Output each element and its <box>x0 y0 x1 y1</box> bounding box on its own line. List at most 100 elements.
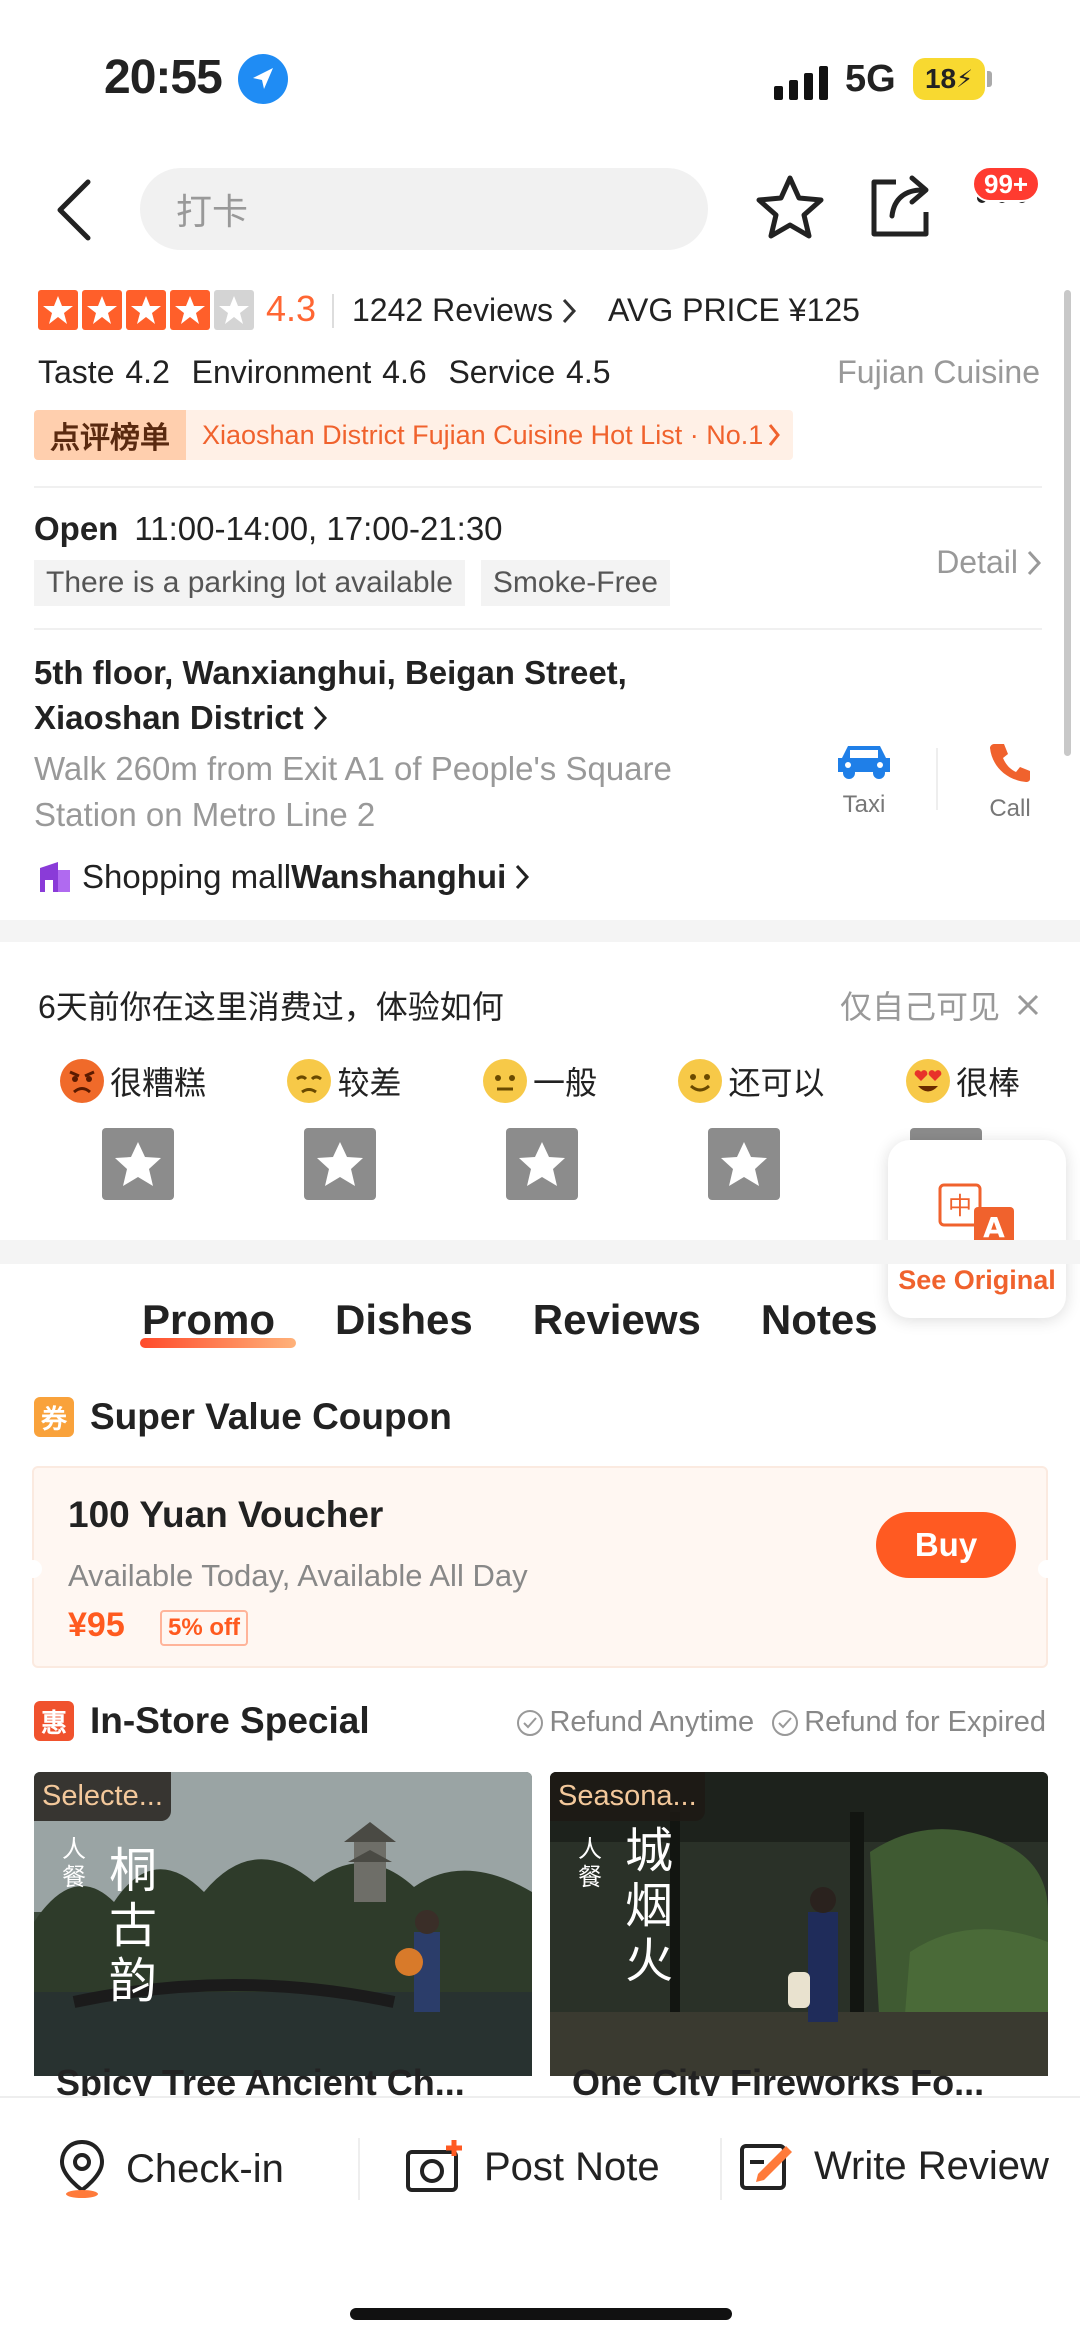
check-circle-icon <box>517 1709 544 1736</box>
tab-promo[interactable]: Promo <box>142 1296 275 1344</box>
reviews-link[interactable]: 1242 Reviews <box>352 292 577 329</box>
hot-list-brand: 点评榜单 <box>34 410 186 460</box>
rate-star-button[interactable] <box>304 1128 376 1200</box>
write-review-label: Write Review <box>814 2143 1049 2188</box>
back-icon[interactable] <box>52 178 96 247</box>
section-divider <box>0 920 1080 942</box>
coupon-card[interactable]: 100 Yuan Voucher Available Today, Availa… <box>24 1466 1056 1668</box>
write-review-button[interactable]: Write Review <box>738 2138 1049 2194</box>
star-empty-icon <box>214 290 254 330</box>
camera-plus-icon <box>406 2140 462 2192</box>
search-placeholder: 打卡 <box>176 191 249 232</box>
mood-poor[interactable]: 较差 <box>287 1058 402 1104</box>
search-input[interactable]: 打卡 <box>140 168 708 250</box>
hours-detail-link[interactable]: Detail <box>936 544 1042 581</box>
mood-star-buttons <box>102 1128 982 1200</box>
close-icon[interactable] <box>1016 993 1040 1017</box>
coupon-discount: 5% off <box>160 1610 248 1646</box>
post-note-button[interactable]: Post Note <box>404 2138 660 2196</box>
rate-star-button[interactable] <box>708 1128 780 1200</box>
hot-list-banner[interactable]: 点评榜单 Xiaoshan District Fujian Cuisine Ho… <box>34 410 794 460</box>
rating-stars <box>38 290 254 330</box>
rate-star-button[interactable] <box>102 1128 174 1200</box>
detail-label: Detail <box>936 544 1018 580</box>
share-icon[interactable] <box>868 172 932 243</box>
coupon-section-header: 券 Super Value Coupon <box>34 1396 452 1438</box>
tab-notes[interactable]: Notes <box>761 1296 878 1344</box>
rating-score: 4.3 <box>266 288 317 329</box>
chevron-right-icon <box>769 424 781 446</box>
call-button[interactable]: Call <box>978 740 1042 823</box>
deal-label: Selecte... <box>34 1772 171 1821</box>
mall-name: Wanshanghui <box>291 858 507 895</box>
scrollbar[interactable] <box>1064 290 1071 756</box>
tab-reviews[interactable]: Reviews <box>533 1296 701 1344</box>
open-label: Open <box>34 510 119 547</box>
special-icon: 惠 <box>34 1701 74 1741</box>
divider <box>936 748 938 810</box>
car-icon <box>838 746 890 779</box>
mood-options: 很糟糕 较差 一般 还可以 很棒 <box>60 1058 1020 1104</box>
deal-card[interactable]: 城烟火 人餐 Seasona... <box>550 1772 1048 2076</box>
taxi-label: Taxi <box>842 791 886 818</box>
opening-hours: Open 11:00-14:00, 17:00-21:30 <box>34 510 503 548</box>
mood-terrible[interactable]: 很糟糕 <box>60 1058 206 1104</box>
home-indicator[interactable] <box>350 2308 732 2320</box>
deal-card[interactable]: 桐古韵 人餐 Selecte... <box>34 1772 532 2076</box>
location-arrow-icon <box>238 54 288 104</box>
tag-parking: There is a parking lot available <box>34 560 465 606</box>
checkin-label: Check-in <box>126 2146 284 2191</box>
angry-face-icon <box>60 1059 104 1103</box>
status-time: 20:55 <box>104 51 223 104</box>
see-original-button[interactable]: 中 A See Original <box>888 1140 1066 1318</box>
battery-level: 18 <box>924 63 957 94</box>
buy-button[interactable]: Buy <box>876 1512 1016 1578</box>
coupon-availability: Available Today, Available All Day <box>68 1558 528 1593</box>
favorite-star-icon[interactable] <box>756 174 824 245</box>
divider <box>34 628 1042 630</box>
mood-label: 较差 <box>337 1065 402 1101</box>
poster-text: 桐古韵 <box>109 1843 157 2009</box>
heart-eyes-face-icon <box>905 1059 950 1103</box>
divider <box>358 2138 360 2200</box>
neutral-face-icon <box>482 1059 527 1103</box>
refund-expired: Refund for Expired <box>804 1706 1046 1738</box>
shopping-mall-link[interactable]: Shopping mall Wanshanghui <box>36 858 530 896</box>
refund-policies: Refund Anytime Refund for Expired <box>517 1706 1046 1739</box>
signal-icon <box>774 60 828 100</box>
svg-text:人餐: 人餐 <box>62 1835 86 1891</box>
tag-smoke-free: Smoke-Free <box>480 560 670 606</box>
divider <box>720 2138 722 2200</box>
visibility-note: 仅自己可见 <box>840 982 1040 1028</box>
mood-label: 很棒 <box>955 1065 1020 1101</box>
call-label: Call <box>989 795 1031 822</box>
section-divider <box>0 1240 1080 1264</box>
tab-dishes[interactable]: Dishes <box>335 1296 473 1344</box>
mood-label: 还可以 <box>728 1065 825 1101</box>
network-type: 5G <box>845 58 896 100</box>
mood-okay[interactable]: 还可以 <box>678 1058 824 1104</box>
star-full-icon <box>38 290 78 330</box>
rate-star-button[interactable] <box>506 1128 578 1200</box>
battery-tip <box>987 71 992 87</box>
mood-average[interactable]: 一般 <box>482 1058 597 1104</box>
address-text: 5th floor, Wanxianghui, Beigan Street, X… <box>34 654 627 736</box>
chevron-right-icon <box>313 705 327 731</box>
address-link[interactable]: 5th floor, Wanxianghui, Beigan Street, X… <box>34 650 734 740</box>
visibility-label: 仅自己可见 <box>839 989 1000 1025</box>
facility-tags: There is a parking lot available Smoke-F… <box>34 560 670 606</box>
hot-list-text: Xiaoshan District Fujian Cuisine Hot Lis… <box>202 419 764 450</box>
taxi-button[interactable]: Taxi <box>832 740 896 819</box>
location-pin-icon <box>59 2139 105 2198</box>
mood-great[interactable]: 很棒 <box>905 1058 1020 1104</box>
refund-anytime: Refund Anytime <box>549 1706 755 1738</box>
phone-icon <box>990 744 1030 782</box>
coupon-notch <box>1038 1560 1056 1578</box>
bottom-action-bar: Check-in Post Note Write Review <box>0 2096 1080 2341</box>
walking-directions: Walk 260m from Exit A1 of People's Squar… <box>34 750 672 833</box>
edit-review-icon <box>740 2144 792 2190</box>
mood-label: 一般 <box>532 1065 597 1101</box>
coupon-title: 100 Yuan Voucher <box>68 1494 384 1535</box>
open-value: 11:00-14:00, 17:00-21:30 <box>134 510 503 547</box>
checkin-button[interactable]: Check-in <box>56 2138 284 2200</box>
